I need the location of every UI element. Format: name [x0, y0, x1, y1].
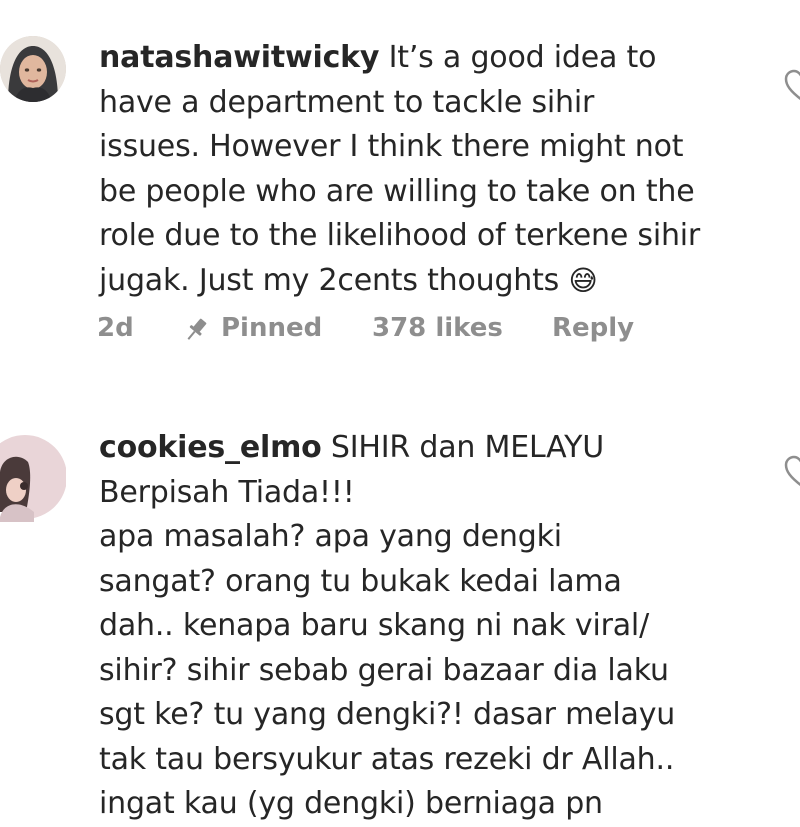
hijab-woman-avatar-icon	[0, 36, 66, 102]
reply-button[interactable]: Reply	[552, 313, 634, 343]
pinned-label: Pinned	[221, 313, 323, 343]
comment-line: jugak. Just my 2cents thoughts	[99, 262, 560, 298]
girl-avatar-icon	[0, 435, 66, 522]
comment-line: issues. However I think there might not	[99, 129, 684, 164]
comment-time: 2d	[97, 313, 134, 343]
comment-line: ingat kau (yg dengki) berniaga pn	[99, 786, 603, 821]
comment-line: apa masalah? apa yang dengki	[99, 519, 562, 554]
likes-count[interactable]: 378 likes	[372, 313, 503, 343]
comment-line: dah.. kenapa baru skang ni nak viral/	[99, 608, 649, 643]
grinning-sweat-emoji-icon: 😅	[568, 263, 598, 297]
comment-username[interactable]: cookies_elmo	[99, 430, 322, 465]
comment-line: role due to the likelihood of terkene si…	[99, 218, 701, 253]
comment-line: tak tau bersyukur atas rezeki dr Allah..	[99, 741, 675, 777]
comment-text: natashawitwicky It’s a good idea to have…	[99, 36, 779, 303]
like-heart-icon[interactable]	[782, 66, 800, 106]
comment-line: SIHIR dan MELAYU	[321, 430, 605, 465]
comment-text: cookies_elmo SIHIR dan MELAYU Berpisah T…	[99, 426, 779, 827]
comment-line: Berpisah Tiada!!!	[99, 474, 355, 510]
comment-line: sgt ke? tu yang dengki?! dasar melayu	[99, 697, 676, 732]
comment-line: sangat? orang tu bukak kedai lama	[99, 563, 622, 599]
pin-icon	[183, 315, 209, 345]
comment-line: have a department to tackle sihir	[99, 84, 595, 120]
comment-line: It’s a good idea to	[379, 40, 657, 75]
avatar[interactable]	[0, 432, 66, 522]
comment-line: be people who are willing to take on the	[99, 173, 695, 209]
like-heart-icon[interactable]	[782, 452, 800, 492]
comment-meta: 2d Pinned 378 likes Reply	[97, 313, 697, 349]
comment-username[interactable]: natashawitwicky	[99, 40, 379, 75]
comment-line: sihir? sihir sebab gerai bazaar dia laku	[99, 652, 669, 688]
avatar[interactable]	[0, 36, 66, 102]
